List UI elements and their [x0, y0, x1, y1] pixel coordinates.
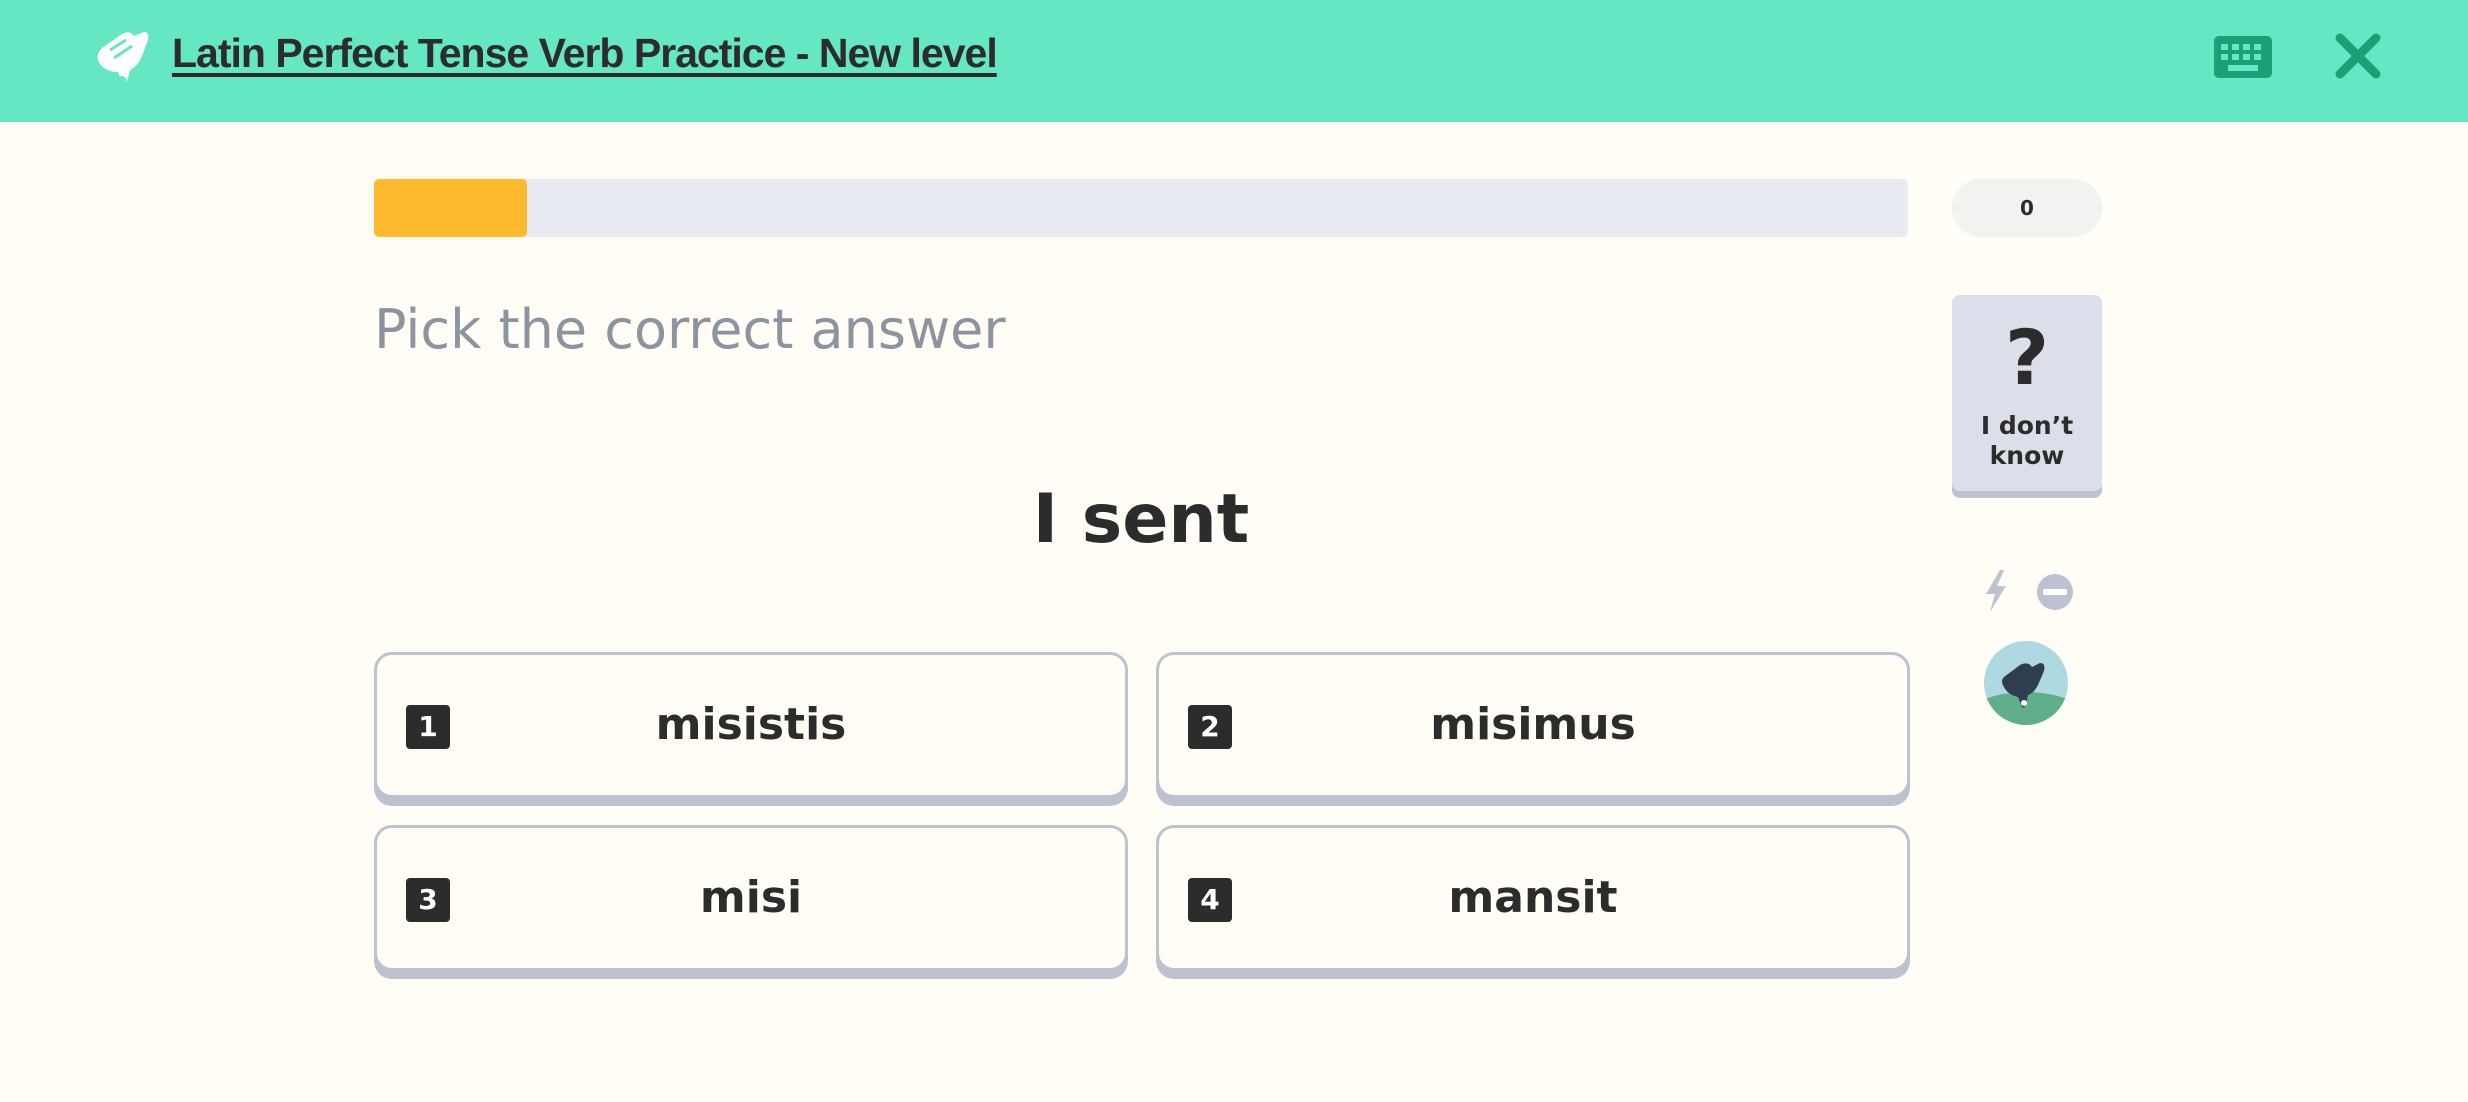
answer-choice-2[interactable]: 2 misimus	[1156, 652, 1910, 798]
answer-choice-1[interactable]: 1 misistis	[374, 652, 1128, 798]
score-counter: 0	[1952, 179, 2102, 237]
hand-icon	[97, 32, 149, 84]
choice-text: misimus	[1430, 699, 1636, 750]
progress-bar	[374, 179, 1908, 237]
dont-know-label: I don’t know	[1980, 411, 2074, 470]
instruction-text: Pick the correct answer	[374, 298, 1006, 361]
progress-fill	[374, 179, 528, 237]
dont-know-button[interactable]: ? I don’t know	[1952, 295, 2102, 491]
avatar[interactable]	[1984, 641, 2068, 725]
keyboard-icon[interactable]	[2214, 36, 2272, 78]
bolt-icon[interactable]	[1982, 570, 2010, 612]
question-mark-icon: ?	[2004, 313, 2050, 402]
close-icon[interactable]	[2332, 30, 2384, 82]
no-entry-icon[interactable]	[2036, 573, 2074, 611]
choice-text: misistis	[655, 699, 847, 750]
course-title-link[interactable]: Latin Perfect Tense Verb Practice - New …	[172, 30, 998, 77]
answer-choice-3[interactable]: 3 misi	[374, 825, 1128, 971]
choice-text: mansit	[1448, 872, 1618, 923]
header-bar: Latin Perfect Tense Verb Practice - New …	[0, 0, 2468, 122]
answer-choice-4[interactable]: 4 mansit	[1156, 825, 1910, 971]
choice-text: misi	[699, 872, 803, 923]
question-text: I sent	[1032, 480, 1250, 559]
